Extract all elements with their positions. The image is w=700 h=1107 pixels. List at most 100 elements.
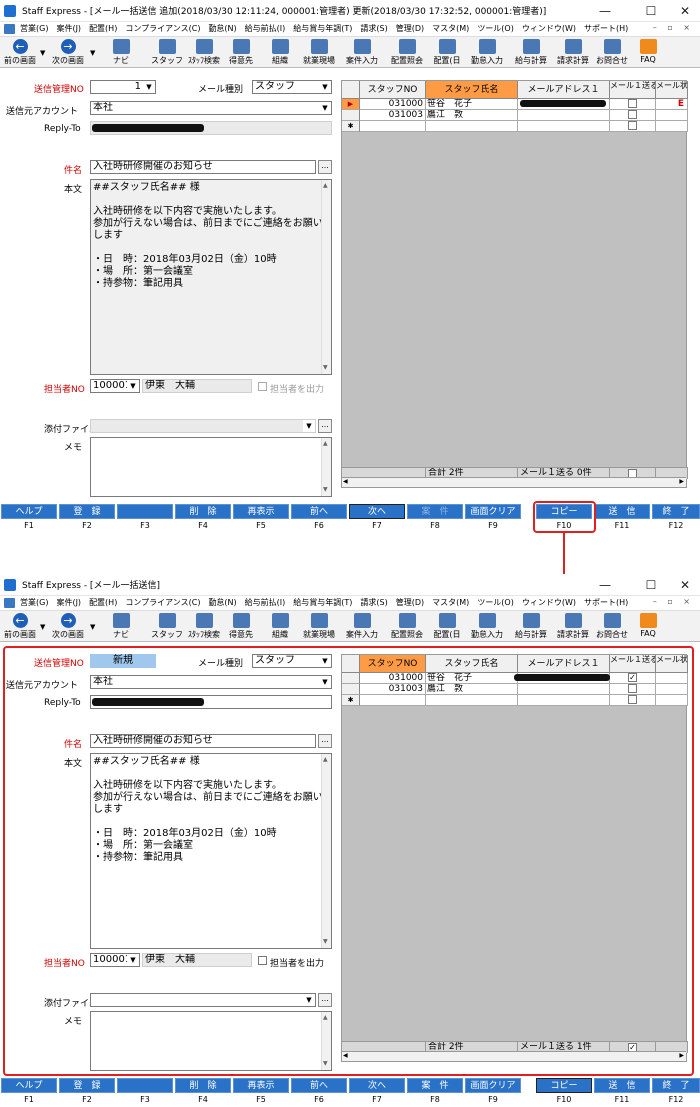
cell-staff-no[interactable] (360, 121, 426, 132)
header-staff-no[interactable]: スタッフNO (360, 81, 426, 99)
prev-button[interactable]: 前へ (291, 1078, 347, 1093)
cell-mail-send[interactable] (610, 121, 656, 132)
nav-button[interactable]: ナビ (106, 37, 136, 69)
send-button[interactable]: 送 信 (594, 504, 650, 519)
menu-advance-pay[interactable]: 給与前払(I) (245, 23, 286, 34)
cell-staff-name[interactable]: 笹谷 花子 (426, 99, 518, 110)
delete-button[interactable]: 削 除 (175, 504, 231, 519)
body-textarea[interactable]: ##スタッフ氏名## 様 入社時研修を以下内容で実施いたします。 参加が行えない… (90, 179, 332, 375)
org-button[interactable]: 組織 (266, 37, 294, 69)
menu-attendance[interactable]: 勤怠(N) (208, 23, 236, 34)
account-select[interactable]: 本社 ▼ (90, 101, 332, 115)
mail-type-select[interactable]: スタッフ ▼ (252, 80, 332, 94)
site-button[interactable]: 就業現場 (300, 611, 338, 643)
prev-dropdown-icon[interactable]: ▼ (40, 623, 45, 631)
contact-button[interactable]: お問合せ (594, 611, 630, 643)
menu-window[interactable]: ウィンドウ(W) (522, 23, 576, 34)
attendance-input-button[interactable]: 勤怠入力 (468, 37, 506, 69)
register-button[interactable]: 登 録 (59, 504, 115, 519)
header-mail-send[interactable]: メール１送る (610, 81, 656, 99)
menu-tools[interactable]: ツール(O) (477, 23, 514, 34)
register-button[interactable]: 登 録 (59, 1078, 115, 1093)
assign-day-button[interactable]: 配置(日 (430, 611, 464, 643)
job-button[interactable]: 案 件 (407, 1078, 463, 1093)
mail-send-checkbox[interactable] (628, 121, 637, 130)
menu-compliance[interactable]: コンプライアンス(C) (125, 23, 200, 34)
minimize-button[interactable]: — (590, 576, 620, 594)
org-button[interactable]: 組織 (266, 611, 294, 643)
mdi-window-buttons[interactable]: – ▫ × (653, 23, 694, 32)
mail-send-checkbox[interactable] (628, 99, 637, 108)
job-input-button[interactable]: 案件入力 (344, 611, 380, 643)
help-button[interactable]: ヘルプ (1, 1078, 57, 1093)
attendance-input-button[interactable]: 勤怠入力 (468, 611, 506, 643)
faq-button[interactable]: FAQ (636, 37, 660, 69)
faq-button[interactable]: FAQ (636, 611, 660, 643)
next-dropdown-icon[interactable]: ▼ (90, 49, 95, 57)
client-button[interactable]: 得意先 (226, 37, 256, 69)
staff-button[interactable]: スタッフ (150, 37, 184, 69)
close-button[interactable]: ✕ (670, 2, 700, 20)
refresh-button[interactable]: 再表示 (233, 1078, 289, 1093)
cell-staff-no[interactable]: 031003 (360, 110, 426, 121)
maximize-button[interactable]: ☐ (636, 576, 666, 594)
menu-admin[interactable]: 管理(D) (396, 597, 424, 608)
contact-button[interactable]: お問合せ (594, 37, 630, 69)
cell-mail-send[interactable] (610, 99, 656, 110)
help-button[interactable]: ヘルプ (1, 504, 57, 519)
menu-support[interactable]: サポート(H) (584, 597, 628, 608)
staff-button[interactable]: スタッフ (150, 611, 184, 643)
send-no-select[interactable]: 1 ▼ (90, 80, 156, 94)
assign-day-button[interactable]: 配置(日 (430, 37, 464, 69)
menu-sales[interactable]: 営業(G) (20, 597, 48, 608)
subject-dots-button[interactable]: ... (318, 160, 332, 174)
clear-screen-button[interactable]: 画面クリア (465, 1078, 521, 1093)
prev-screen-button[interactable]: ← 前の画面 (2, 37, 38, 69)
menu-job[interactable]: 案件(J) (56, 23, 81, 34)
header-email[interactable]: メールアドレス１ (518, 81, 610, 99)
subject-input[interactable]: 入社時研修開催のお知らせ (90, 160, 316, 174)
menu-assign[interactable]: 配置(H) (89, 597, 117, 608)
site-button[interactable]: 就業現場 (300, 37, 338, 69)
memo-textarea[interactable] (90, 437, 332, 497)
memo-scrollbar[interactable] (321, 438, 331, 496)
person-code-select[interactable]: 100001 ▼ (90, 379, 140, 393)
header-mail-status[interactable]: メール状態 (656, 81, 688, 99)
attach-select[interactable]: ▼ (90, 419, 316, 433)
exit-button[interactable]: 終 了 (652, 504, 700, 519)
staff-search-button[interactable]: ｽﾀｯﾌ検索 (186, 611, 222, 643)
close-button[interactable]: ✕ (670, 576, 700, 594)
copy-button[interactable]: コピー (536, 1078, 592, 1093)
body-scrollbar[interactable] (321, 180, 331, 374)
menu-master[interactable]: マスタ(M) (432, 597, 469, 608)
menu-salary[interactable]: 給与賞与年調(T) (293, 597, 352, 608)
assign-inquiry-button[interactable]: 配置照会 (388, 611, 426, 643)
billing-calc-button[interactable]: 請求計算 (554, 37, 592, 69)
job-button[interactable]: 案 件 (407, 504, 463, 519)
clear-screen-button[interactable]: 画面クリア (465, 504, 521, 519)
menu-master[interactable]: マスタ(M) (432, 23, 469, 34)
row-indicator-icon[interactable]: ▶ (342, 99, 360, 110)
menu-compliance[interactable]: コンプライアンス(C) (125, 597, 200, 608)
menu-billing[interactable]: 請求(S) (360, 23, 387, 34)
menu-advance-pay[interactable]: 給与前払(I) (245, 597, 286, 608)
job-input-button[interactable]: 案件入力 (344, 37, 380, 69)
menu-salary[interactable]: 給与賞与年調(T) (293, 23, 352, 34)
minimize-button[interactable]: — (590, 2, 620, 20)
menu-assign[interactable]: 配置(H) (89, 23, 117, 34)
salary-calc-button[interactable]: 給与計算 (512, 37, 550, 69)
row-header[interactable] (342, 110, 360, 121)
menu-billing[interactable]: 請求(S) (360, 597, 387, 608)
exit-button[interactable]: 終 了 (652, 1078, 700, 1093)
delete-button[interactable]: 削 除 (175, 1078, 231, 1093)
menu-support[interactable]: サポート(H) (584, 23, 628, 34)
new-row-icon[interactable]: ✱ (342, 121, 360, 132)
menu-admin[interactable]: 管理(D) (396, 23, 424, 34)
menu-job[interactable]: 案件(J) (56, 597, 81, 608)
assign-inquiry-button[interactable]: 配置照会 (388, 37, 426, 69)
mail-send-checkbox[interactable] (628, 110, 637, 119)
attach-dots-button[interactable]: ... (318, 419, 332, 433)
send-button[interactable]: 送 信 (594, 1078, 650, 1093)
next-screen-button[interactable]: → 次の画面 (48, 611, 88, 643)
cell-staff-name[interactable] (426, 121, 518, 132)
